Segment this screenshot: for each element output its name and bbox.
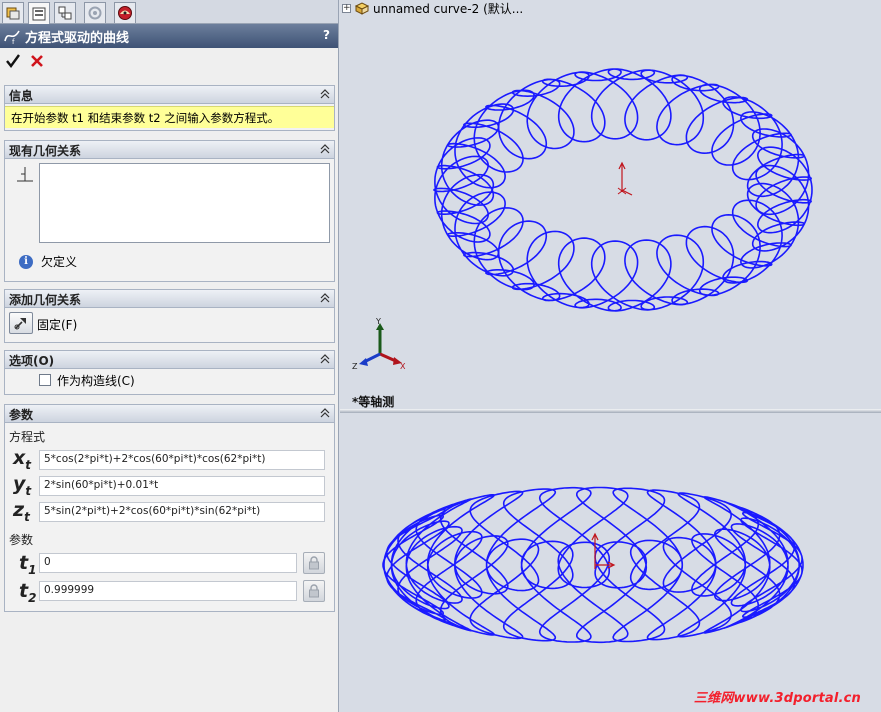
dimxpert-icon — [88, 6, 102, 20]
options-title: 选项(O) — [9, 354, 55, 368]
display-manager-icon — [118, 6, 132, 20]
t1-input[interactable]: 0 — [39, 553, 297, 573]
feature-manager-tab[interactable] — [2, 2, 24, 23]
info-section-header[interactable]: 信息 — [5, 86, 334, 104]
t1-lock-button[interactable] — [303, 552, 325, 574]
cancel-button[interactable] — [28, 52, 46, 70]
dimxpert-tab[interactable] — [84, 2, 106, 23]
definition-status-label: 欠定义 — [41, 255, 78, 269]
parameters-header[interactable]: 参数 — [5, 405, 334, 423]
origin-marker — [591, 532, 616, 569]
add-relations-section: 添加几何关系 固定(F) — [4, 289, 335, 343]
manager-tabs — [0, 0, 338, 24]
t2-input[interactable]: 0.999999 — [39, 581, 297, 601]
construction-checkbox[interactable] — [39, 374, 51, 386]
ok-button[interactable] — [4, 52, 22, 70]
existing-relations-title: 现有几何关系 — [9, 144, 82, 158]
xt-equation-input[interactable]: 5*cos(2*pi*t)+2*cos(60*pi*t)*cos(62*pi*t… — [39, 450, 325, 470]
close-icon — [31, 55, 43, 67]
property-manager-icon — [32, 7, 46, 20]
fix-relation-button[interactable] — [9, 312, 33, 334]
construction-label: 作为构造线(C) — [57, 374, 135, 388]
torus-spiral-curve-isometric[interactable] — [340, 0, 881, 409]
add-relations-title: 添加几何关系 — [9, 293, 82, 307]
t2-symbol: t2 — [19, 580, 37, 605]
parameters-title: 参数 — [9, 408, 34, 422]
graphics-viewport-bottom[interactable]: 三维网www.3dportal.cn — [340, 413, 881, 712]
t2-lock-button[interactable] — [303, 580, 325, 602]
add-relations-header[interactable]: 添加几何关系 — [5, 290, 334, 308]
info-icon: i — [19, 254, 33, 269]
triad-y-label: Y — [375, 317, 381, 326]
origin-marker — [617, 161, 633, 196]
collapse-icon[interactable] — [319, 407, 331, 419]
fix-relation-label: 固定(F) — [37, 318, 78, 332]
fix-anchor-icon — [14, 318, 26, 330]
parameter-label: 参数 — [9, 533, 34, 547]
existing-relations-list[interactable] — [39, 163, 330, 243]
info-section: 信息 在开始参数 t1 和结束参数 t2 之间输入参数方程式。 — [4, 85, 335, 131]
zt-equation-input[interactable]: 5*sin(2*pi*t)+2*cos(60*pi*t)*sin(62*pi*t… — [39, 502, 325, 522]
existing-relations-section: 现有几何关系 i 欠定义 — [4, 140, 335, 282]
options-section: 选项(O) 作为构造线(C) — [4, 350, 335, 395]
zt-symbol: zt — [13, 499, 30, 524]
svg-text:f: f — [12, 38, 15, 45]
definition-status: i 欠定义 — [19, 253, 77, 270]
triad-x-label: X — [400, 362, 406, 371]
watermark: 三维网www.3dportal.cn — [693, 691, 861, 706]
collapse-icon[interactable] — [319, 143, 331, 155]
panel-title: 方程式驱动的曲线 — [25, 30, 130, 46]
configuration-manager-icon — [58, 6, 72, 20]
collapse-icon[interactable] — [319, 292, 331, 304]
collapse-icon[interactable] — [319, 353, 331, 365]
relations-icon — [17, 167, 33, 182]
equation-curve-icon: f — [4, 30, 20, 45]
property-manager: f 方程式驱动的曲线 ? 信息 在开始参数 t1 和结束参数 t2 之间输入参数… — [0, 0, 339, 712]
graphics-viewport-top[interactable]: + unnamed curve-2 (默认... Y X Z *等轴测 — [340, 0, 881, 409]
collapse-icon[interactable] — [319, 88, 331, 100]
info-message: 在开始参数 t1 和结束参数 t2 之间输入参数方程式。 — [5, 106, 334, 128]
triad-z-label: Z — [352, 362, 358, 371]
t1-symbol: t1 — [19, 552, 37, 577]
parameters-section: 参数 方程式 xt 5*cos(2*pi*t)+2*cos(60*pi*t)*c… — [4, 404, 335, 612]
lock-icon — [309, 556, 319, 570]
ok-cancel-row — [4, 52, 46, 72]
equation-label: 方程式 — [9, 430, 46, 444]
property-manager-tab[interactable] — [28, 2, 50, 24]
view-orientation-label: *等轴测 — [352, 395, 395, 409]
info-section-title: 信息 — [9, 89, 34, 103]
help-button[interactable]: ? — [323, 28, 330, 42]
xt-symbol: xt — [13, 447, 32, 472]
feature-manager-icon — [6, 7, 20, 20]
yt-symbol: yt — [13, 473, 32, 498]
existing-relations-header[interactable]: 现有几何关系 — [5, 141, 334, 159]
checkmark-icon — [6, 54, 20, 68]
configuration-manager-tab[interactable] — [54, 2, 76, 23]
axis-triad: Y X Z — [352, 317, 406, 371]
panel-titlebar: f 方程式驱动的曲线 ? — [0, 24, 338, 48]
yt-equation-input[interactable]: 2*sin(60*pi*t)+0.01*t — [39, 476, 325, 496]
display-manager-tab[interactable] — [114, 2, 136, 23]
options-header[interactable]: 选项(O) — [5, 351, 334, 369]
lock-icon — [309, 584, 319, 598]
